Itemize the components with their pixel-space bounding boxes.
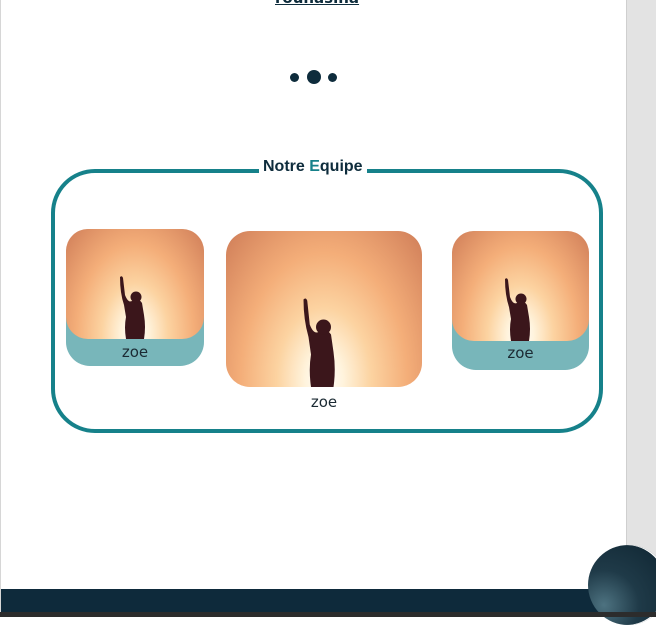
window-bottom-edge	[0, 612, 656, 617]
member-photo	[226, 231, 422, 387]
carousel-dot-2-active[interactable]	[307, 70, 321, 84]
member-name: zoe	[121, 343, 149, 361]
member-name: zoe	[310, 393, 338, 411]
team-title-part2: quipe	[319, 158, 363, 175]
team-title-accent: E	[309, 158, 320, 175]
top-link[interactable]: rounasina	[275, 0, 359, 7]
team-title: Notre Equipe	[259, 158, 367, 176]
page: rounasina Notre Equipe zoe zoe	[0, 0, 627, 617]
team-member-card-1[interactable]: zoe	[66, 229, 204, 366]
silhouette-icon	[120, 276, 145, 339]
team-member-card-2[interactable]: zoe	[226, 231, 422, 411]
carousel-dot-1[interactable]	[290, 73, 299, 82]
member-photo	[452, 231, 589, 341]
team-member-card-3[interactable]: zoe	[452, 231, 589, 370]
silhouette-icon	[505, 278, 530, 341]
scrollbar-gutter[interactable]	[626, 0, 656, 617]
silhouette-icon	[303, 298, 335, 387]
member-photo	[66, 229, 204, 339]
carousel-dot-3[interactable]	[328, 73, 337, 82]
team-title-part1: Notre	[263, 158, 310, 175]
member-name: zoe	[507, 344, 534, 362]
